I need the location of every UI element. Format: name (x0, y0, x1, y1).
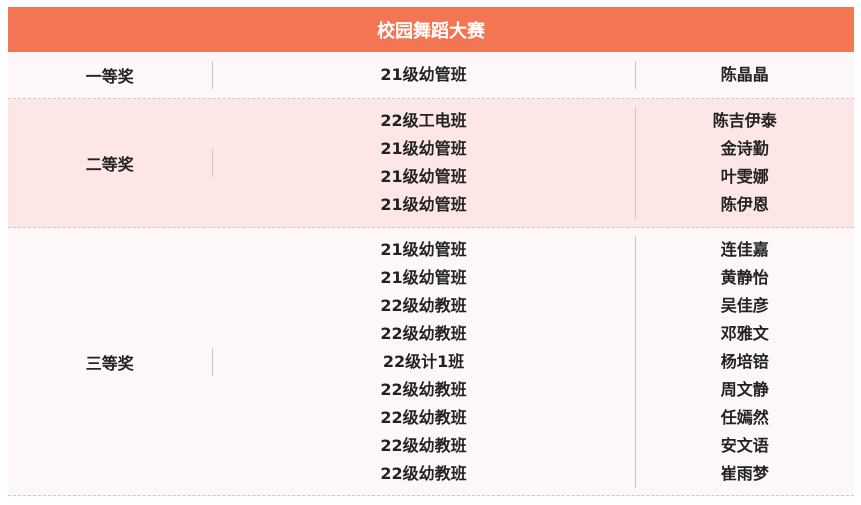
prize-label: 二等奖 (85, 155, 134, 174)
class-column: 22级工电班 21级幼管班 21级幼管班 21级幼管班 (213, 99, 635, 227)
winner-name: 杨培锫 (720, 351, 769, 371)
class-entry: 22级幼教班 (380, 463, 467, 483)
class-column: 21级幼管班 21级幼管班 22级幼教班 22级幼教班 22级计1班 22级幼教… (213, 228, 635, 495)
prize-label: 一等奖 (85, 67, 134, 86)
class-entry: 22级幼教班 (380, 323, 467, 343)
winner-name: 陈晶晶 (720, 65, 769, 84)
winner-name: 崔雨梦 (720, 463, 769, 483)
winner-name: 陈吉伊泰 (712, 111, 777, 130)
class-column: 21级幼管班 (213, 52, 635, 98)
winner-name: 叶雯娜 (720, 167, 769, 186)
class-entry: 22级幼教班 (380, 407, 467, 427)
class-entry: 22级幼教班 (380, 435, 467, 455)
winner-name: 周文静 (720, 379, 769, 399)
winner-name: 安文语 (720, 435, 769, 455)
class-entry: 21级幼管班 (380, 167, 467, 186)
prize-label: 三等奖 (85, 353, 134, 373)
winner-name: 邓雅文 (720, 323, 769, 343)
class-entry: 21级幼管班 (380, 239, 467, 259)
award-row-second: 二等奖 22级工电班 21级幼管班 21级幼管班 21级幼管班 陈吉伊泰 金诗勤… (8, 99, 854, 228)
winner-name: 金诗勤 (720, 139, 769, 158)
winner-name: 吴佳彦 (720, 295, 769, 315)
name-column: 陈吉伊泰 金诗勤 叶雯娜 陈伊恩 (636, 99, 854, 227)
class-entry: 22级计1班 (382, 351, 465, 371)
winner-name: 黄静怡 (720, 267, 769, 287)
class-entry: 22级工电班 (380, 111, 467, 130)
class-entry: 21级幼管班 (380, 195, 467, 214)
class-entry: 22级幼教班 (380, 295, 467, 315)
award-board: 校园舞蹈大赛 一等奖 21级幼管班 陈晶晶 二等奖 22级工电班 21级幼管班 … (8, 7, 854, 496)
class-entry: 21级幼管班 (380, 267, 467, 287)
award-row-first: 一等奖 21级幼管班 陈晶晶 (8, 52, 854, 99)
award-row-third: 三等奖 21级幼管班 21级幼管班 22级幼教班 22级幼教班 22级计1班 2… (8, 228, 854, 496)
name-column: 连佳嘉 黄静怡 吴佳彦 邓雅文 杨培锫 周文静 任嫣然 安文语 崔雨梦 (636, 228, 854, 495)
name-column: 陈晶晶 (636, 52, 854, 98)
winner-name: 连佳嘉 (720, 239, 769, 259)
board-title: 校园舞蹈大赛 (8, 7, 854, 52)
winner-name: 任嫣然 (720, 407, 769, 427)
class-entry: 21级幼管班 (380, 139, 467, 158)
class-entry: 22级幼教班 (380, 379, 467, 399)
winner-name: 陈伊恩 (720, 195, 769, 214)
class-entry: 21级幼管班 (380, 65, 467, 84)
